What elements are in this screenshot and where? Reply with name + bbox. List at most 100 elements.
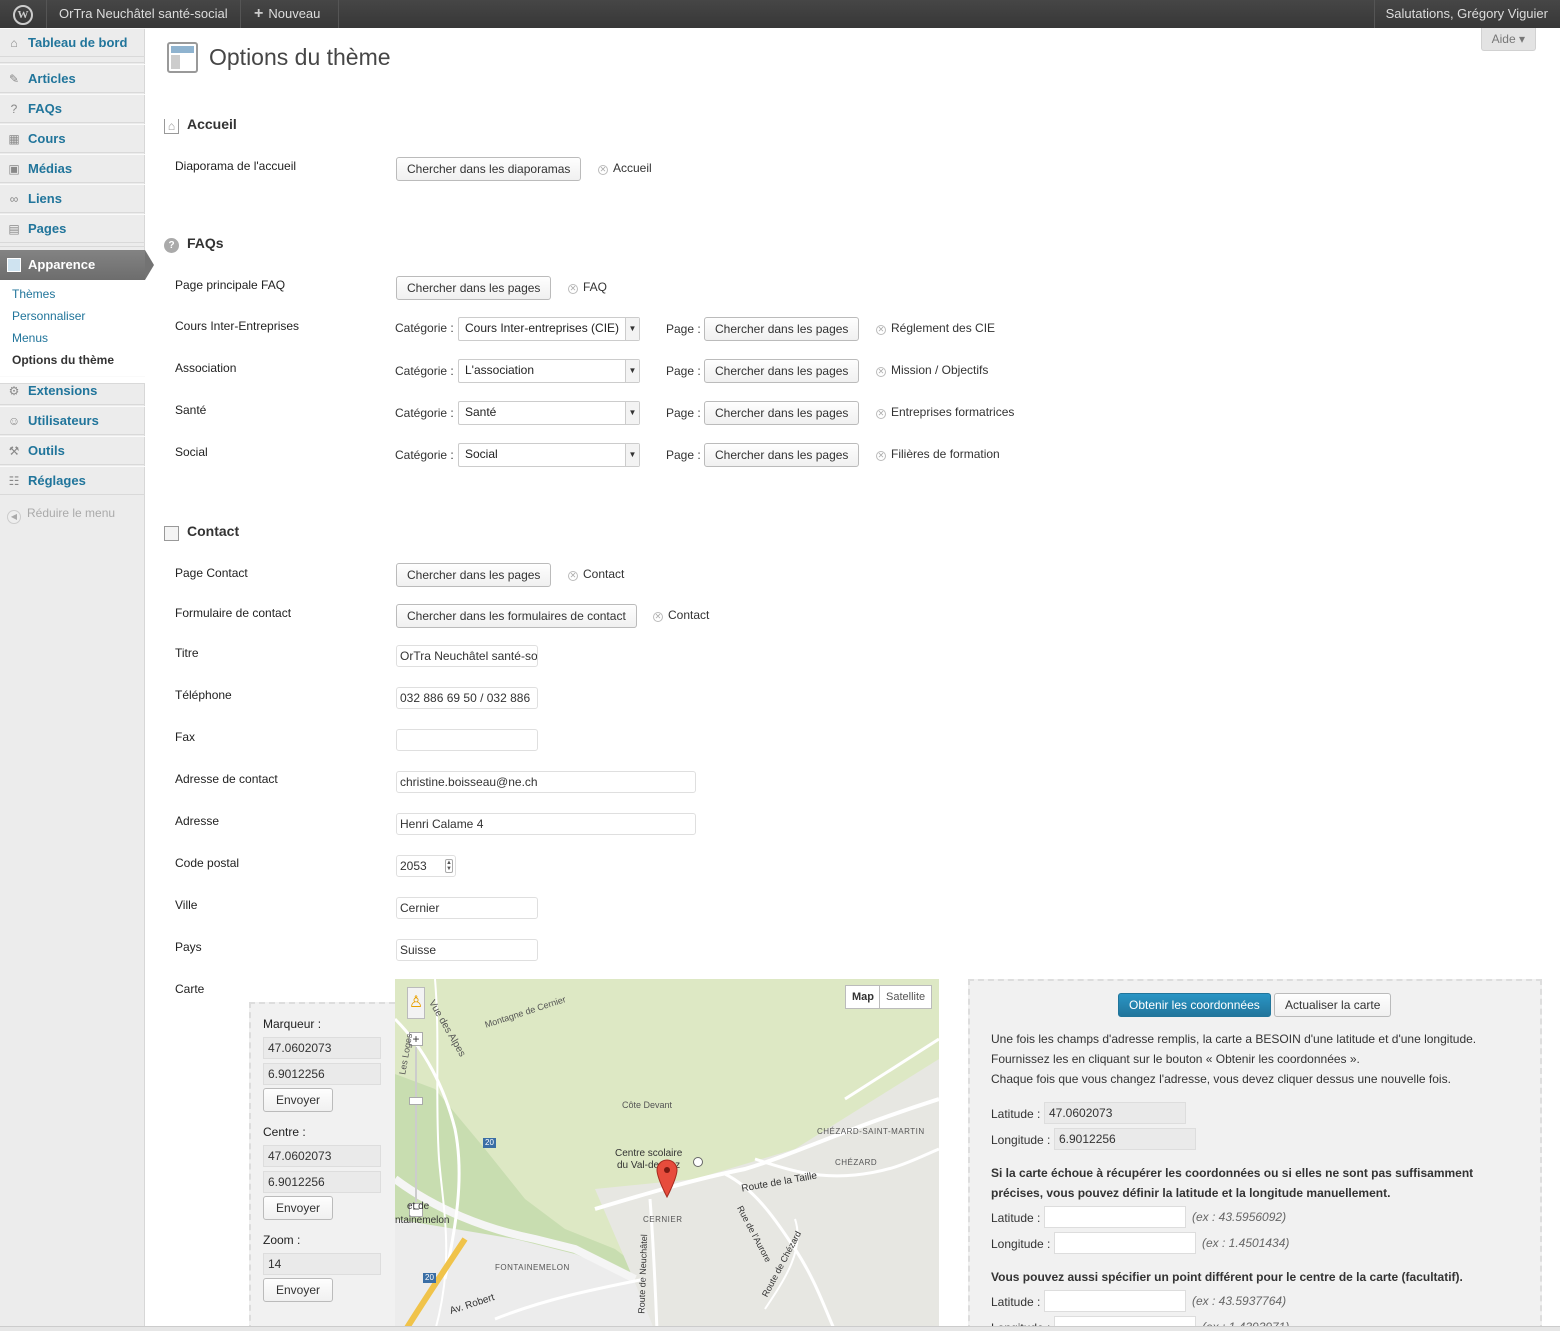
sidebar-item-liens[interactable]: ∞ Liens	[0, 184, 145, 213]
sidebar-item-extensions[interactable]: ⚙ Extensions	[0, 376, 145, 405]
manual-latitude-input[interactable]	[1044, 1206, 1186, 1228]
selected-contact-page-label: Contact	[583, 567, 625, 581]
site-name-link[interactable]: OrTra Neuchâtel santé-social	[59, 0, 228, 28]
selected-page-label: Filières de formation	[891, 447, 1000, 461]
submenu-item-themes[interactable]: Thèmes	[12, 287, 55, 301]
latitude-field: 47.0602073	[1044, 1102, 1186, 1124]
dashboard-icon: ⌂	[10, 36, 18, 50]
admin-sidebar: ⌂ Tableau de bord ✎ Articles ? FAQs ▦ Co…	[0, 28, 154, 1331]
update-map-button[interactable]: Actualiser la carte	[1274, 993, 1392, 1017]
lat-label: Latitude :	[991, 1107, 1041, 1121]
postal-code-label: Code postal	[175, 856, 240, 870]
get-coordinates-button[interactable]: Obtenir les coordonnées	[1118, 993, 1271, 1017]
email-input[interactable]: christine.boisseau@ne.ch	[396, 771, 696, 793]
sidebar-item-users[interactable]: ☺ Utilisateurs	[0, 406, 145, 435]
page-label: Page :	[666, 448, 701, 462]
selected-faq-page-label: FAQ	[583, 280, 608, 294]
question-icon: ?	[10, 102, 18, 116]
map-label-centre1: Centre scolaire	[615, 1148, 683, 1159]
center-lat-example: (ex : 43.5937764)	[1192, 1294, 1287, 1308]
send-center-button[interactable]: Envoyer	[263, 1196, 334, 1220]
center-coords-text: Vous pouvez aussi spécifier un point dif…	[991, 1270, 1463, 1284]
map-type-satellite-button[interactable]: Satellite	[879, 985, 933, 1009]
search-slideshows-button[interactable]: Chercher dans les diaporamas	[396, 157, 582, 181]
search-pages-button[interactable]: Chercher dans les pages	[704, 359, 860, 383]
phone-input[interactable]: 032 886 69 50 / 032 886	[396, 687, 538, 709]
collapse-menu-button[interactable]: ◀ Réduire le menu	[7, 506, 115, 524]
search-pages-button[interactable]: Chercher dans les pages	[396, 563, 552, 587]
sidebar-item-tools[interactable]: ⚒ Outils	[0, 436, 145, 465]
country-input[interactable]: Suisse	[396, 939, 538, 961]
send-zoom-button[interactable]: Envoyer	[263, 1278, 334, 1302]
map-label-fontainemelon-cut1: et de	[407, 1201, 430, 1212]
remove-icon[interactable]: ✕	[568, 284, 578, 294]
fax-input[interactable]	[396, 729, 538, 751]
user-greeting[interactable]: Salutations, Grégory Viguier	[1386, 0, 1548, 28]
selected-slideshow-label: Accueil	[613, 161, 652, 175]
postal-code-input[interactable]: 2053 ▲ ▼	[396, 855, 456, 877]
search-pages-button[interactable]: Chercher dans les pages	[704, 317, 860, 341]
address-input[interactable]: Henri Calame 4	[396, 813, 696, 835]
selected-page: ✕ Réglement des CIE	[876, 321, 995, 335]
category-select[interactable]: L'association ▼	[458, 359, 640, 383]
coords-info-3: Chaque fois que vous changez l'adresse, …	[991, 1072, 1451, 1086]
remove-icon[interactable]: ✕	[876, 325, 886, 335]
help-tab-button[interactable]: Aide ▾	[1480, 28, 1536, 51]
submenu-item-theme-options[interactable]: Options du thème	[12, 353, 114, 367]
category-select[interactable]: Social ▼	[458, 443, 640, 467]
lng-label: Longitude :	[991, 1133, 1051, 1147]
submenu-item-customize[interactable]: Personnaliser	[12, 309, 85, 323]
users-icon: ☺	[7, 414, 21, 428]
theme-options-icon	[167, 42, 198, 73]
selected-page: ✕ Mission / Objectifs	[876, 363, 988, 377]
sidebar-item-medias[interactable]: ▣ Médias	[0, 154, 145, 183]
spinner-icon[interactable]: ▲ ▼	[445, 859, 453, 873]
search-contact-forms-button[interactable]: Chercher dans les formulaires de contact	[396, 604, 637, 628]
search-pages-button[interactable]: Chercher dans les pages	[396, 276, 552, 300]
google-map[interactable]: ♙ + − Map Satellite Montagne de Cernier …	[395, 979, 939, 1331]
search-pages-button[interactable]: Chercher dans les pages	[704, 401, 860, 425]
search-pages-button[interactable]: Chercher dans les pages	[704, 443, 860, 467]
title-input[interactable]: OrTra Neuchâtel santé-so	[396, 645, 538, 667]
calendar-icon: ▦	[8, 132, 20, 146]
city-label: Ville	[175, 898, 198, 912]
sidebar-item-appearance[interactable]: Apparence	[0, 250, 154, 280]
sidebar-item-settings[interactable]: ☷ Réglages	[0, 466, 145, 495]
category-select[interactable]: Santé ▼	[458, 401, 640, 425]
question-icon: ?	[164, 238, 179, 253]
sidebar-item-dashboard[interactable]: ⌂ Tableau de bord	[0, 28, 145, 57]
zoom-slider-handle[interactable]	[409, 1097, 423, 1105]
sidebar-item-faqs[interactable]: ? FAQs	[0, 94, 145, 123]
plus-icon: +	[254, 5, 264, 22]
manual-longitude-input[interactable]	[1054, 1232, 1196, 1254]
remove-icon[interactable]: ✕	[876, 451, 886, 461]
sidebar-item-cours[interactable]: ▦ Cours	[0, 124, 145, 153]
map-type-map-button[interactable]: Map	[845, 985, 881, 1009]
remove-icon[interactable]: ✕	[653, 612, 663, 622]
help-tab-label: Aide	[1491, 32, 1516, 46]
send-marker-button[interactable]: Envoyer	[263, 1088, 334, 1112]
pegman-icon[interactable]: ♙	[407, 987, 425, 1019]
category-label: Catégorie :	[395, 406, 454, 420]
submenu-item-menus[interactable]: Menus	[12, 331, 48, 345]
remove-icon[interactable]: ✕	[876, 409, 886, 419]
remove-icon[interactable]: ✕	[598, 165, 608, 175]
center-latitude-input[interactable]	[1044, 1290, 1186, 1312]
wordpress-logo-icon[interactable]: W	[0, 0, 46, 28]
city-input[interactable]: Cernier	[396, 897, 538, 919]
school-poi-icon[interactable]	[693, 1157, 703, 1167]
map-marker-icon[interactable]	[656, 1159, 678, 1199]
remove-icon[interactable]: ✕	[876, 367, 886, 377]
category-select[interactable]: Cours Inter-entreprises (CIE) ▼	[458, 317, 640, 341]
horizontal-scrollbar[interactable]	[0, 1326, 1560, 1331]
sidebar-item-pages[interactable]: ▤ Pages	[0, 214, 145, 243]
remove-icon[interactable]: ✕	[568, 571, 578, 581]
manual-lng-label: Longitude :	[991, 1237, 1051, 1251]
map-label: Carte	[175, 982, 205, 996]
pages-icon: ▤	[8, 222, 20, 236]
new-content-menu[interactable]: + Nouveau	[254, 0, 320, 28]
sidebar-item-label: Tableau de bord	[28, 35, 128, 50]
sidebar-item-articles[interactable]: ✎ Articles	[0, 64, 145, 93]
faq-main-label: Page principale FAQ	[175, 278, 286, 292]
zoom-slider-track[interactable]	[415, 1047, 417, 1202]
